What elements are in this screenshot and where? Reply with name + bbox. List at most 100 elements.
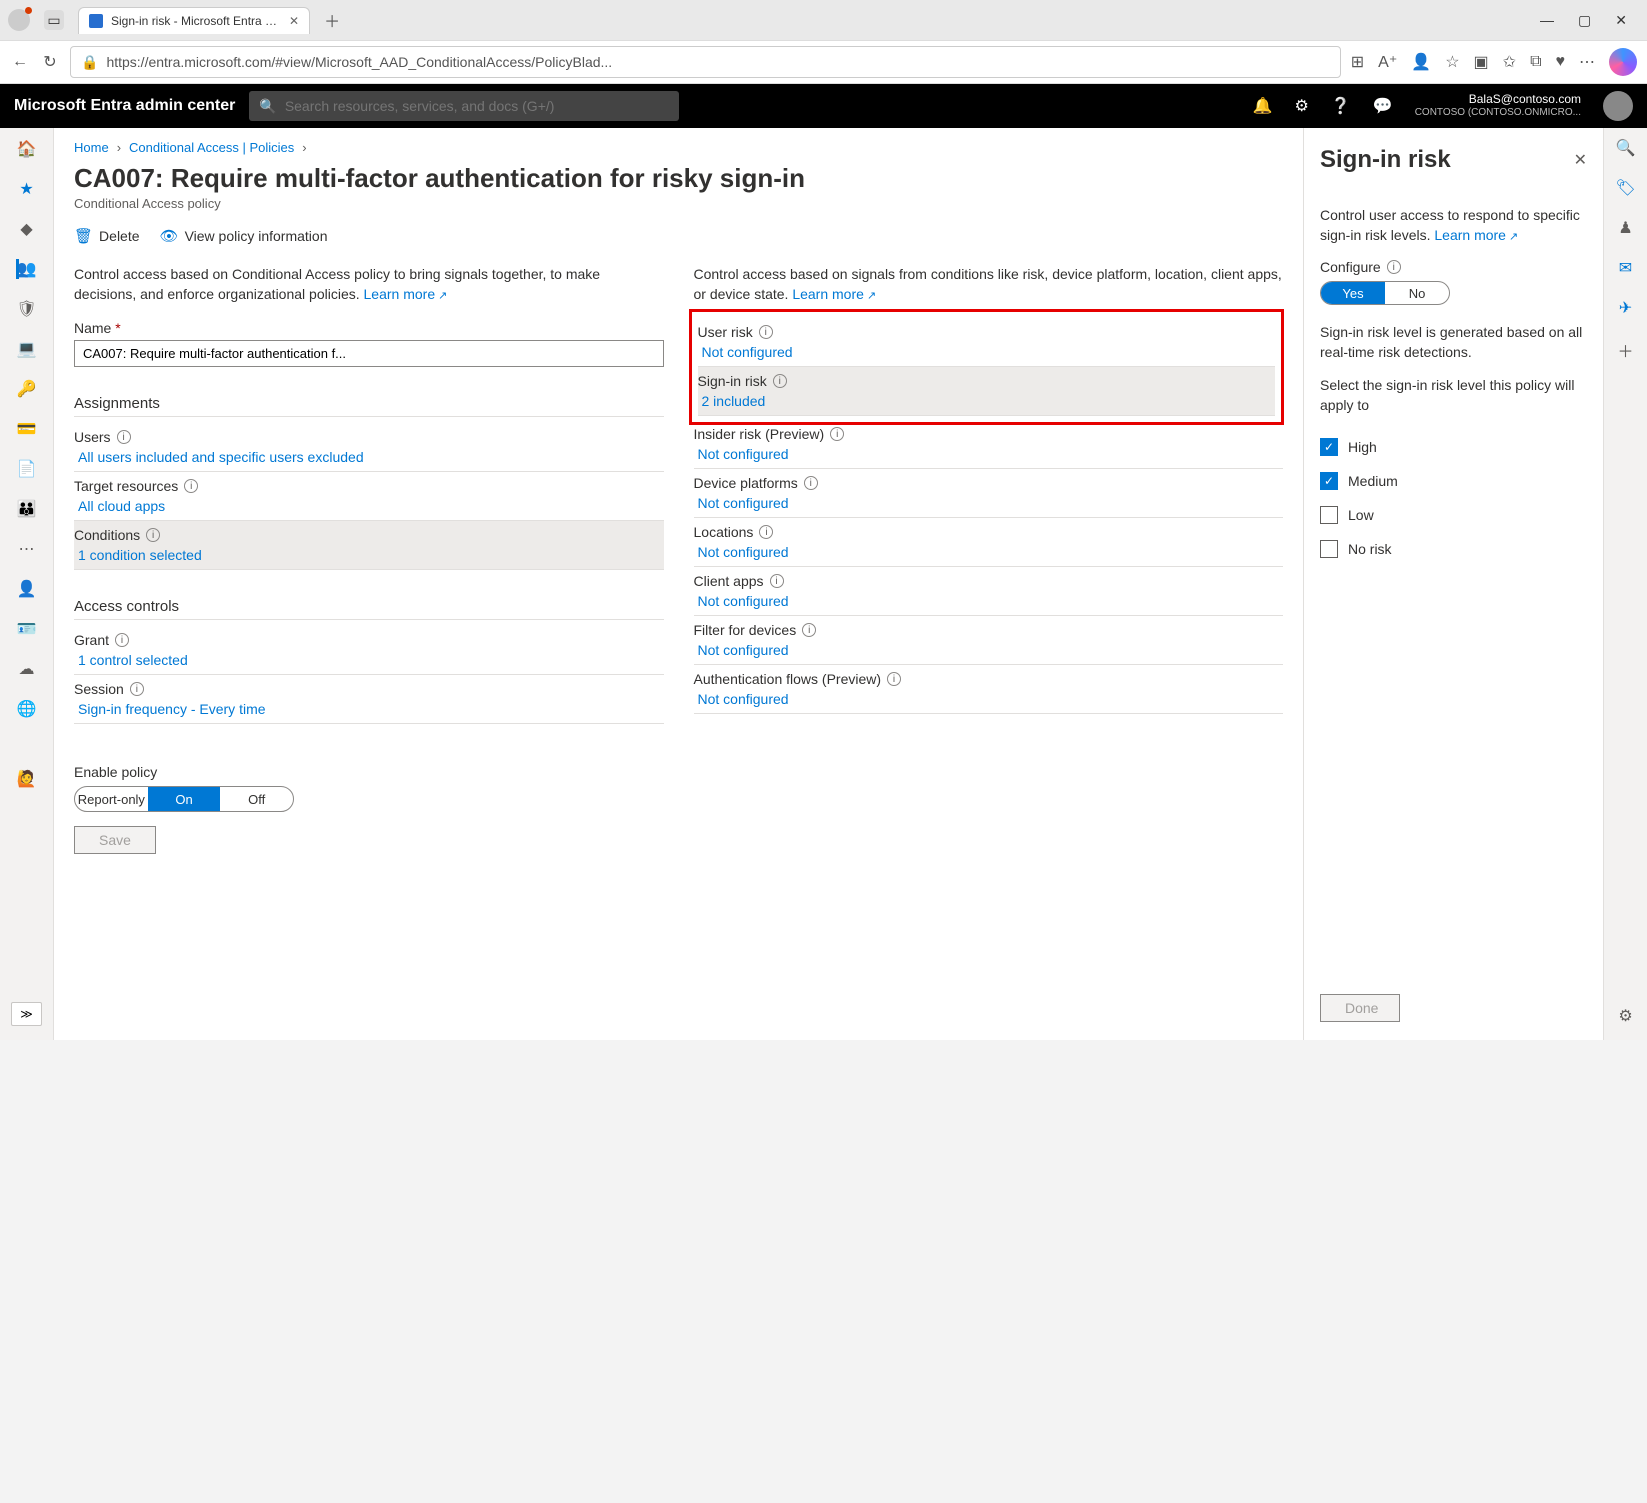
- split-icon[interactable]: ▣: [1474, 52, 1489, 72]
- nav-item-11[interactable]: 🙋: [16, 768, 38, 790]
- global-search[interactable]: 🔍: [249, 91, 679, 121]
- session-block[interactable]: Sessioni Sign-in frequency - Every time: [74, 675, 664, 724]
- signin-risk-block[interactable]: Sign-in riski 2 included: [698, 367, 1276, 416]
- feedback-icon[interactable]: 💬: [1373, 96, 1393, 116]
- nav-item-10[interactable]: 🌐: [16, 698, 38, 720]
- info-icon[interactable]: i: [1387, 260, 1401, 274]
- session-value[interactable]: Sign-in frequency - Every time: [74, 701, 664, 717]
- info-icon[interactable]: i: [130, 682, 144, 696]
- window-maximize-icon[interactable]: ▢: [1578, 12, 1591, 29]
- rail-send-icon[interactable]: ✈: [1619, 298, 1632, 318]
- nav-reports-icon[interactable]: 📄: [16, 458, 38, 480]
- rail-tag-icon[interactable]: 🏷: [1615, 178, 1635, 198]
- tab-overview-icon[interactable]: ▭: [44, 10, 64, 30]
- risk-norisk-row[interactable]: No risk: [1320, 540, 1587, 558]
- insider-risk-block[interactable]: Insider risk (Preview)i Not configured: [694, 420, 1284, 469]
- notifications-icon[interactable]: 🔔: [1253, 96, 1273, 116]
- configure-yes[interactable]: Yes: [1321, 282, 1385, 304]
- name-input[interactable]: [74, 340, 664, 367]
- favorites-bar-icon[interactable]: ✩: [1503, 52, 1516, 72]
- menu-icon[interactable]: ⋯: [1579, 52, 1595, 72]
- auth-flows-block[interactable]: Authentication flows (Preview)i Not conf…: [694, 665, 1284, 714]
- breadcrumb-ca[interactable]: Conditional Access | Policies: [129, 140, 294, 155]
- account-icon[interactable]: 👤: [1411, 52, 1431, 72]
- checkbox-norisk[interactable]: [1320, 540, 1338, 558]
- nav-entra-icon[interactable]: ◆: [16, 218, 38, 240]
- refresh-icon[interactable]: ↻: [40, 52, 60, 72]
- nav-devices-icon[interactable]: 💻: [16, 338, 38, 360]
- browser-profile-icon[interactable]: [8, 9, 30, 31]
- learn-more-link[interactable]: Learn more: [364, 286, 448, 302]
- user-risk-value[interactable]: Not configured: [698, 344, 1276, 360]
- new-tab-button[interactable]: ＋: [324, 8, 340, 32]
- targets-block[interactable]: Target resourcesi All cloud apps: [74, 472, 664, 521]
- info-icon[interactable]: i: [115, 633, 129, 647]
- info-icon[interactable]: i: [117, 430, 131, 444]
- done-button[interactable]: Done: [1320, 994, 1400, 1022]
- delete-button[interactable]: 🗑Delete: [74, 227, 140, 245]
- toggle-on[interactable]: On: [148, 787, 221, 811]
- toggle-off[interactable]: Off: [220, 787, 293, 811]
- rail-settings-icon[interactable]: ⚙: [1618, 1006, 1632, 1026]
- info-icon[interactable]: i: [759, 525, 773, 539]
- risk-medium-row[interactable]: ✓ Medium: [1320, 472, 1587, 490]
- grant-block[interactable]: Granti 1 control selected: [74, 626, 664, 675]
- nav-users-icon[interactable]: 👥: [16, 258, 38, 280]
- rail-add-icon[interactable]: ＋: [1617, 338, 1633, 362]
- rail-search-icon[interactable]: 🔍: [1616, 138, 1636, 158]
- nav-more-icon[interactable]: ⋯: [16, 538, 38, 560]
- nav-item-7[interactable]: 👤: [16, 578, 38, 600]
- nav-apps-icon[interactable]: 🔑: [16, 378, 38, 400]
- enable-policy-toggle[interactable]: Report-only On Off: [74, 786, 294, 812]
- conditions-block[interactable]: Conditionsi 1 condition selected: [74, 521, 664, 570]
- info-icon[interactable]: i: [184, 479, 198, 493]
- info-icon[interactable]: i: [770, 574, 784, 588]
- nav-item-9[interactable]: ☁: [16, 658, 38, 680]
- info-icon[interactable]: i: [802, 623, 816, 637]
- avatar[interactable]: [1603, 91, 1633, 121]
- users-block[interactable]: Usersi All users included and specific u…: [74, 423, 664, 472]
- learn-more-link[interactable]: Learn more: [792, 286, 876, 302]
- nav-protection-icon[interactable]: 🛡: [16, 298, 38, 320]
- configure-toggle[interactable]: Yes No: [1320, 281, 1450, 305]
- info-icon[interactable]: i: [887, 672, 901, 686]
- info-icon[interactable]: i: [759, 325, 773, 339]
- collections-icon[interactable]: ⧉: [1530, 53, 1541, 71]
- conditions-value[interactable]: 1 condition selected: [74, 547, 664, 563]
- user-risk-block[interactable]: User riski Not configured: [698, 318, 1276, 367]
- help-icon[interactable]: ❔: [1331, 96, 1351, 116]
- checkbox-low[interactable]: [1320, 506, 1338, 524]
- nav-billing-icon[interactable]: 💳: [16, 418, 38, 440]
- users-value[interactable]: All users included and specific users ex…: [74, 449, 664, 465]
- health-icon[interactable]: ♥: [1556, 53, 1566, 71]
- rail-outlook-icon[interactable]: ✉: [1619, 258, 1632, 278]
- nav-groups-icon[interactable]: 👪: [16, 498, 38, 520]
- signin-risk-value[interactable]: 2 included: [698, 393, 1276, 409]
- checkbox-medium[interactable]: ✓: [1320, 472, 1338, 490]
- tab-close-icon[interactable]: ✕: [289, 14, 299, 28]
- risk-low-row[interactable]: Low: [1320, 506, 1587, 524]
- info-icon[interactable]: i: [146, 528, 160, 542]
- url-box[interactable]: 🔒 https://entra.microsoft.com/#view/Micr…: [70, 46, 1341, 78]
- targets-value[interactable]: All cloud apps: [74, 498, 664, 514]
- grant-value[interactable]: 1 control selected: [74, 652, 664, 668]
- user-account[interactable]: BalaS@contoso.com CONTOSO (CONTOSO.ONMIC…: [1415, 92, 1581, 120]
- extensions-icon[interactable]: ⊞: [1351, 52, 1364, 72]
- settings-icon[interactable]: ⚙: [1295, 96, 1309, 116]
- client-apps-block[interactable]: Client appsi Not configured: [694, 567, 1284, 616]
- configure-no[interactable]: No: [1385, 282, 1449, 304]
- locations-block[interactable]: Locationsi Not configured: [694, 518, 1284, 567]
- expand-nav-button[interactable]: ≫: [11, 1002, 42, 1026]
- window-close-icon[interactable]: ✕: [1615, 12, 1627, 29]
- learn-more-link[interactable]: Learn more: [1434, 227, 1518, 243]
- save-button[interactable]: Save: [74, 826, 156, 854]
- nav-favorites-icon[interactable]: ★: [16, 178, 38, 200]
- risk-high-row[interactable]: ✓ High: [1320, 438, 1587, 456]
- checkbox-high[interactable]: ✓: [1320, 438, 1338, 456]
- toggle-report-only[interactable]: Report-only: [75, 787, 148, 811]
- search-input[interactable]: [285, 98, 670, 114]
- nav-home-icon[interactable]: 🏠: [16, 138, 38, 160]
- window-minimize-icon[interactable]: —: [1540, 12, 1554, 29]
- browser-tab[interactable]: Sign-in risk - Microsoft Entra adm ✕: [78, 7, 310, 34]
- nav-item-8[interactable]: 🪪: [16, 618, 38, 640]
